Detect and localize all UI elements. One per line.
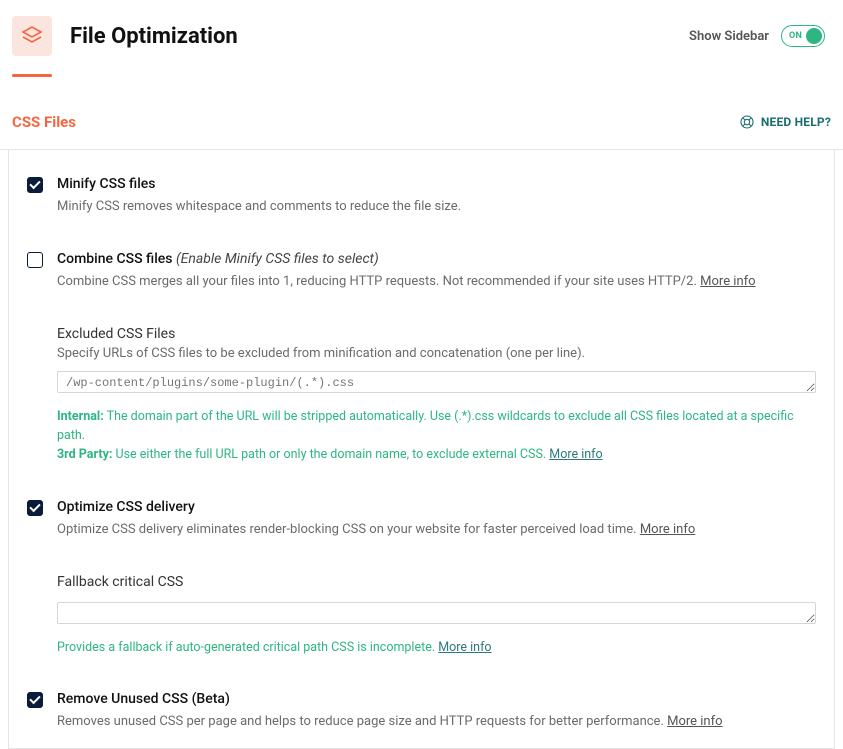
optimize-more-info-link[interactable]: More info [640, 522, 695, 537]
excluded-css-block: Excluded CSS Files Specify URLs of CSS f… [57, 326, 816, 465]
section-title: CSS Files [12, 113, 76, 131]
unused-more-info-link[interactable]: More info [667, 714, 722, 729]
combine-css-desc: Combine CSS merges all your files into 1… [57, 273, 816, 292]
excluded-css-desc: Specify URLs of CSS files to be excluded… [57, 346, 816, 361]
optimize-css-checkbox[interactable] [27, 500, 43, 516]
need-help-label: NEED HELP? [761, 115, 831, 129]
page-header: File Optimization Show Sidebar ON [0, 0, 843, 56]
fallback-css-title: Fallback critical CSS [57, 574, 816, 590]
excluded-css-title: Excluded CSS Files [57, 326, 816, 342]
combine-css-checkbox[interactable] [27, 252, 43, 268]
excluded-css-hint: Internal: The domain part of the URL wil… [57, 407, 816, 465]
toggle-knob [806, 28, 822, 44]
excluded-css-input[interactable] [57, 371, 816, 393]
option-combine-css: Combine CSS files (Enable Minify CSS fil… [27, 223, 816, 298]
combine-css-title-note: (Enable Minify CSS files to select) [176, 251, 379, 267]
show-sidebar-toggle[interactable]: ON [781, 25, 825, 47]
combine-css-title-main: Combine CSS files [57, 251, 176, 267]
options-panel: Minify CSS files Minify CSS removes whit… [8, 150, 835, 749]
optimize-css-desc: Optimize CSS delivery eliminates render-… [57, 521, 816, 540]
option-optimize-css: Optimize CSS delivery Optimize CSS deliv… [27, 475, 816, 546]
minify-css-title: Minify CSS files [57, 176, 816, 192]
hint-internal-text: The domain part of the URL will be strip… [57, 409, 794, 443]
remove-unused-css-checkbox[interactable] [27, 692, 43, 708]
combine-more-info-link[interactable]: More info [700, 274, 755, 289]
show-sidebar-label: Show Sidebar [689, 29, 769, 44]
fallback-css-block: Fallback critical CSS Provides a fallbac… [57, 574, 816, 657]
hint-internal-label: Internal: [57, 409, 104, 424]
remove-unused-css-title: Remove Unused CSS (Beta) [57, 691, 816, 707]
minify-css-desc: Minify CSS removes whitespace and commen… [57, 198, 816, 217]
fallback-css-input[interactable] [57, 602, 816, 624]
hint-3rd-text: Use either the full URL path or only the… [112, 447, 549, 462]
remove-unused-css-desc: Removes unused CSS per page and helps to… [57, 713, 816, 732]
page-title: File Optimization [70, 24, 238, 49]
minify-css-checkbox[interactable] [27, 177, 43, 193]
section-header: CSS Files NEED HELP? [0, 77, 843, 150]
lifebuoy-icon [739, 114, 755, 130]
fallback-more-info-link[interactable]: More info [438, 640, 491, 655]
combine-css-title: Combine CSS files (Enable Minify CSS fil… [57, 251, 816, 267]
optimize-css-title: Optimize CSS delivery [57, 499, 816, 515]
layers-icon [12, 16, 52, 56]
show-sidebar-group: Show Sidebar ON [689, 25, 825, 47]
toggle-state-label: ON [789, 31, 802, 41]
hint-3rd-label: 3rd Party: [57, 447, 112, 462]
excluded-more-info-link[interactable]: More info [549, 447, 602, 462]
option-minify-css: Minify CSS files Minify CSS removes whit… [27, 160, 816, 223]
option-remove-unused-css: Remove Unused CSS (Beta) Removes unused … [27, 667, 816, 738]
need-help-link[interactable]: NEED HELP? [739, 114, 831, 130]
fallback-css-hint: Provides a fallback if auto-generated cr… [57, 638, 816, 657]
